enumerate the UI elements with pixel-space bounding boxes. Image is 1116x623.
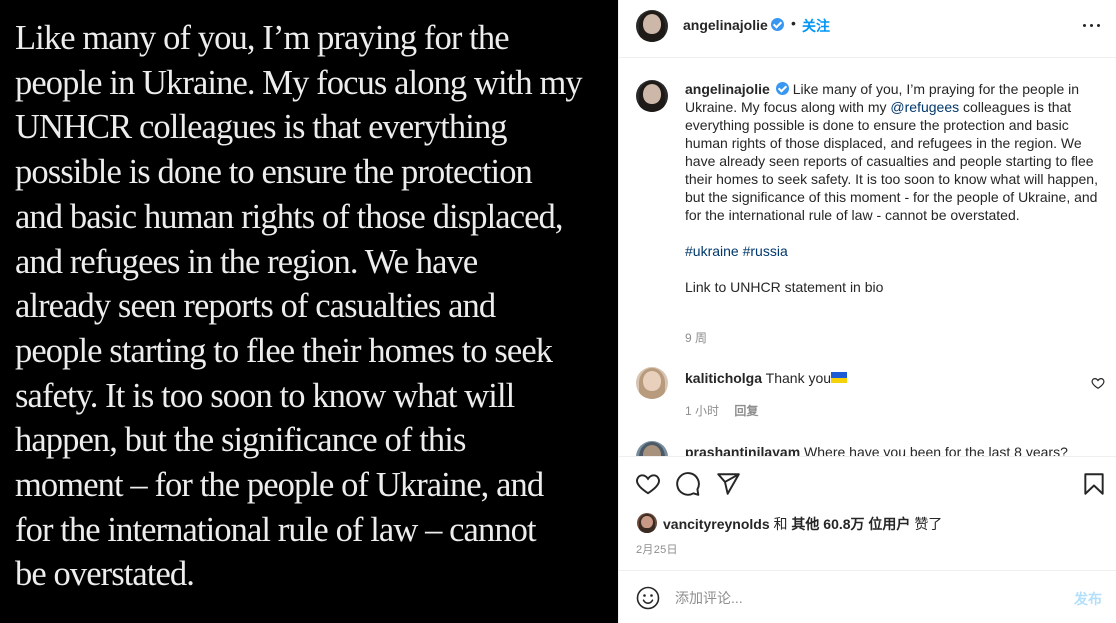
comment-like-heart-icon[interactable] [1091, 376, 1105, 390]
post-date[interactable]: 2月25日 [636, 541, 678, 557]
verified-badge-icon [771, 18, 784, 31]
comment-bubble-icon[interactable] [675, 471, 701, 497]
more-options-icon[interactable] [1083, 14, 1101, 34]
post-image-text-line: safety. It is too soon to know what will [15, 376, 515, 415]
post-image-text-line: happen, but the significance of this [15, 421, 466, 460]
post-image-text-line: Like many of you, I’m praying for the [15, 19, 510, 57]
post-actions-bar [619, 456, 1116, 512]
comments-scroll-area[interactable]: angelinajolie Like many of you, I’m pray… [619, 58, 1116, 456]
author-username[interactable]: angelinajolie [683, 17, 768, 33]
comment-meta: 1 小时 回复 [685, 402, 770, 419]
post-caption: angelinajolie Like many of you, I’m pray… [685, 80, 1105, 314]
ukraine-flag-icon [831, 372, 848, 383]
post-image-text-line: UNHCR colleagues is that everything [15, 108, 508, 147]
author-avatar[interactable] [636, 10, 668, 42]
commenter-avatar[interactable] [636, 441, 668, 456]
follow-button[interactable]: 关注 [802, 16, 830, 36]
likes-conjunction: 和 [773, 516, 788, 532]
caption-link-note: Link to UNHCR statement in bio [685, 279, 884, 295]
comment-item: kaliticholga Thank you [685, 369, 848, 387]
post-image-text: Like many of you, I’m praying for the peo… [15, 16, 590, 597]
post-image-text-line: already seen reports of casualties and [15, 287, 496, 326]
comment-timestamp[interactable]: 1 小时 [685, 404, 719, 418]
add-comment-bar: 发布 [619, 570, 1116, 623]
comment-username[interactable]: kaliticholga [685, 370, 762, 386]
caption-author-avatar[interactable] [636, 80, 668, 112]
add-comment-input[interactable] [675, 587, 1055, 609]
share-paper-plane-icon[interactable] [715, 471, 741, 497]
commenter-avatar[interactable] [636, 367, 668, 399]
comment-text: Where have you been for the last 8 years… [804, 444, 1068, 456]
post-header: angelinajolie • 关注 [619, 0, 1116, 50]
caption-text-part2: colleagues is that everything possible i… [685, 99, 1098, 223]
caption-mention-link[interactable]: @refugees [890, 99, 959, 115]
emoji-smiley-icon[interactable] [636, 586, 660, 610]
post-image-text-line: and refugees in the region. We have [15, 242, 478, 281]
hashtag-russia-link[interactable]: #russia [743, 243, 788, 259]
save-bookmark-icon[interactable] [1081, 471, 1107, 497]
post-image-text-line: and basic human rights of those displace… [15, 197, 564, 236]
comment-text: Thank you [765, 370, 832, 386]
likes-suffix: 赞了 [914, 516, 943, 532]
post-image[interactable]: Like many of you, I’m praying for the peo… [0, 0, 618, 623]
comment-item: prashantinilayam Where have you been for… [685, 443, 1068, 456]
post-image-text-line: people in Ukraine. My focus along with m… [15, 63, 583, 102]
liker-avatar[interactable] [637, 513, 657, 533]
post-image-text-line: for the international rule of law – cann… [15, 510, 537, 549]
post-image-text-line: possible is done to ensure the protectio… [15, 153, 533, 192]
liker-username[interactable]: vancityreynolds [663, 516, 770, 532]
comment-username[interactable]: prashantinilayam [685, 444, 800, 456]
post-image-text-line: people starting to flee their homes to s… [15, 331, 553, 370]
post-image-text-line: be overstated. [15, 555, 195, 594]
header-separator: • [791, 15, 796, 31]
caption-verified-badge-icon [775, 82, 789, 95]
caption-username[interactable]: angelinajolie [685, 81, 770, 97]
post-details-panel: angelinajolie • 关注 angelinajolie Like ma… [618, 0, 1116, 623]
post-comment-button[interactable]: 发布 [1074, 589, 1102, 609]
likes-count-link[interactable]: 其他 60.8万 位用户 [791, 516, 910, 532]
like-heart-icon[interactable] [635, 471, 661, 497]
reply-button[interactable]: 回复 [734, 404, 758, 418]
post-image-text-line: moment – for the people of Ukraine, and [15, 466, 544, 505]
hashtag-ukraine-link[interactable]: #ukraine [685, 243, 739, 259]
caption-timestamp[interactable]: 9 周 [685, 329, 707, 346]
